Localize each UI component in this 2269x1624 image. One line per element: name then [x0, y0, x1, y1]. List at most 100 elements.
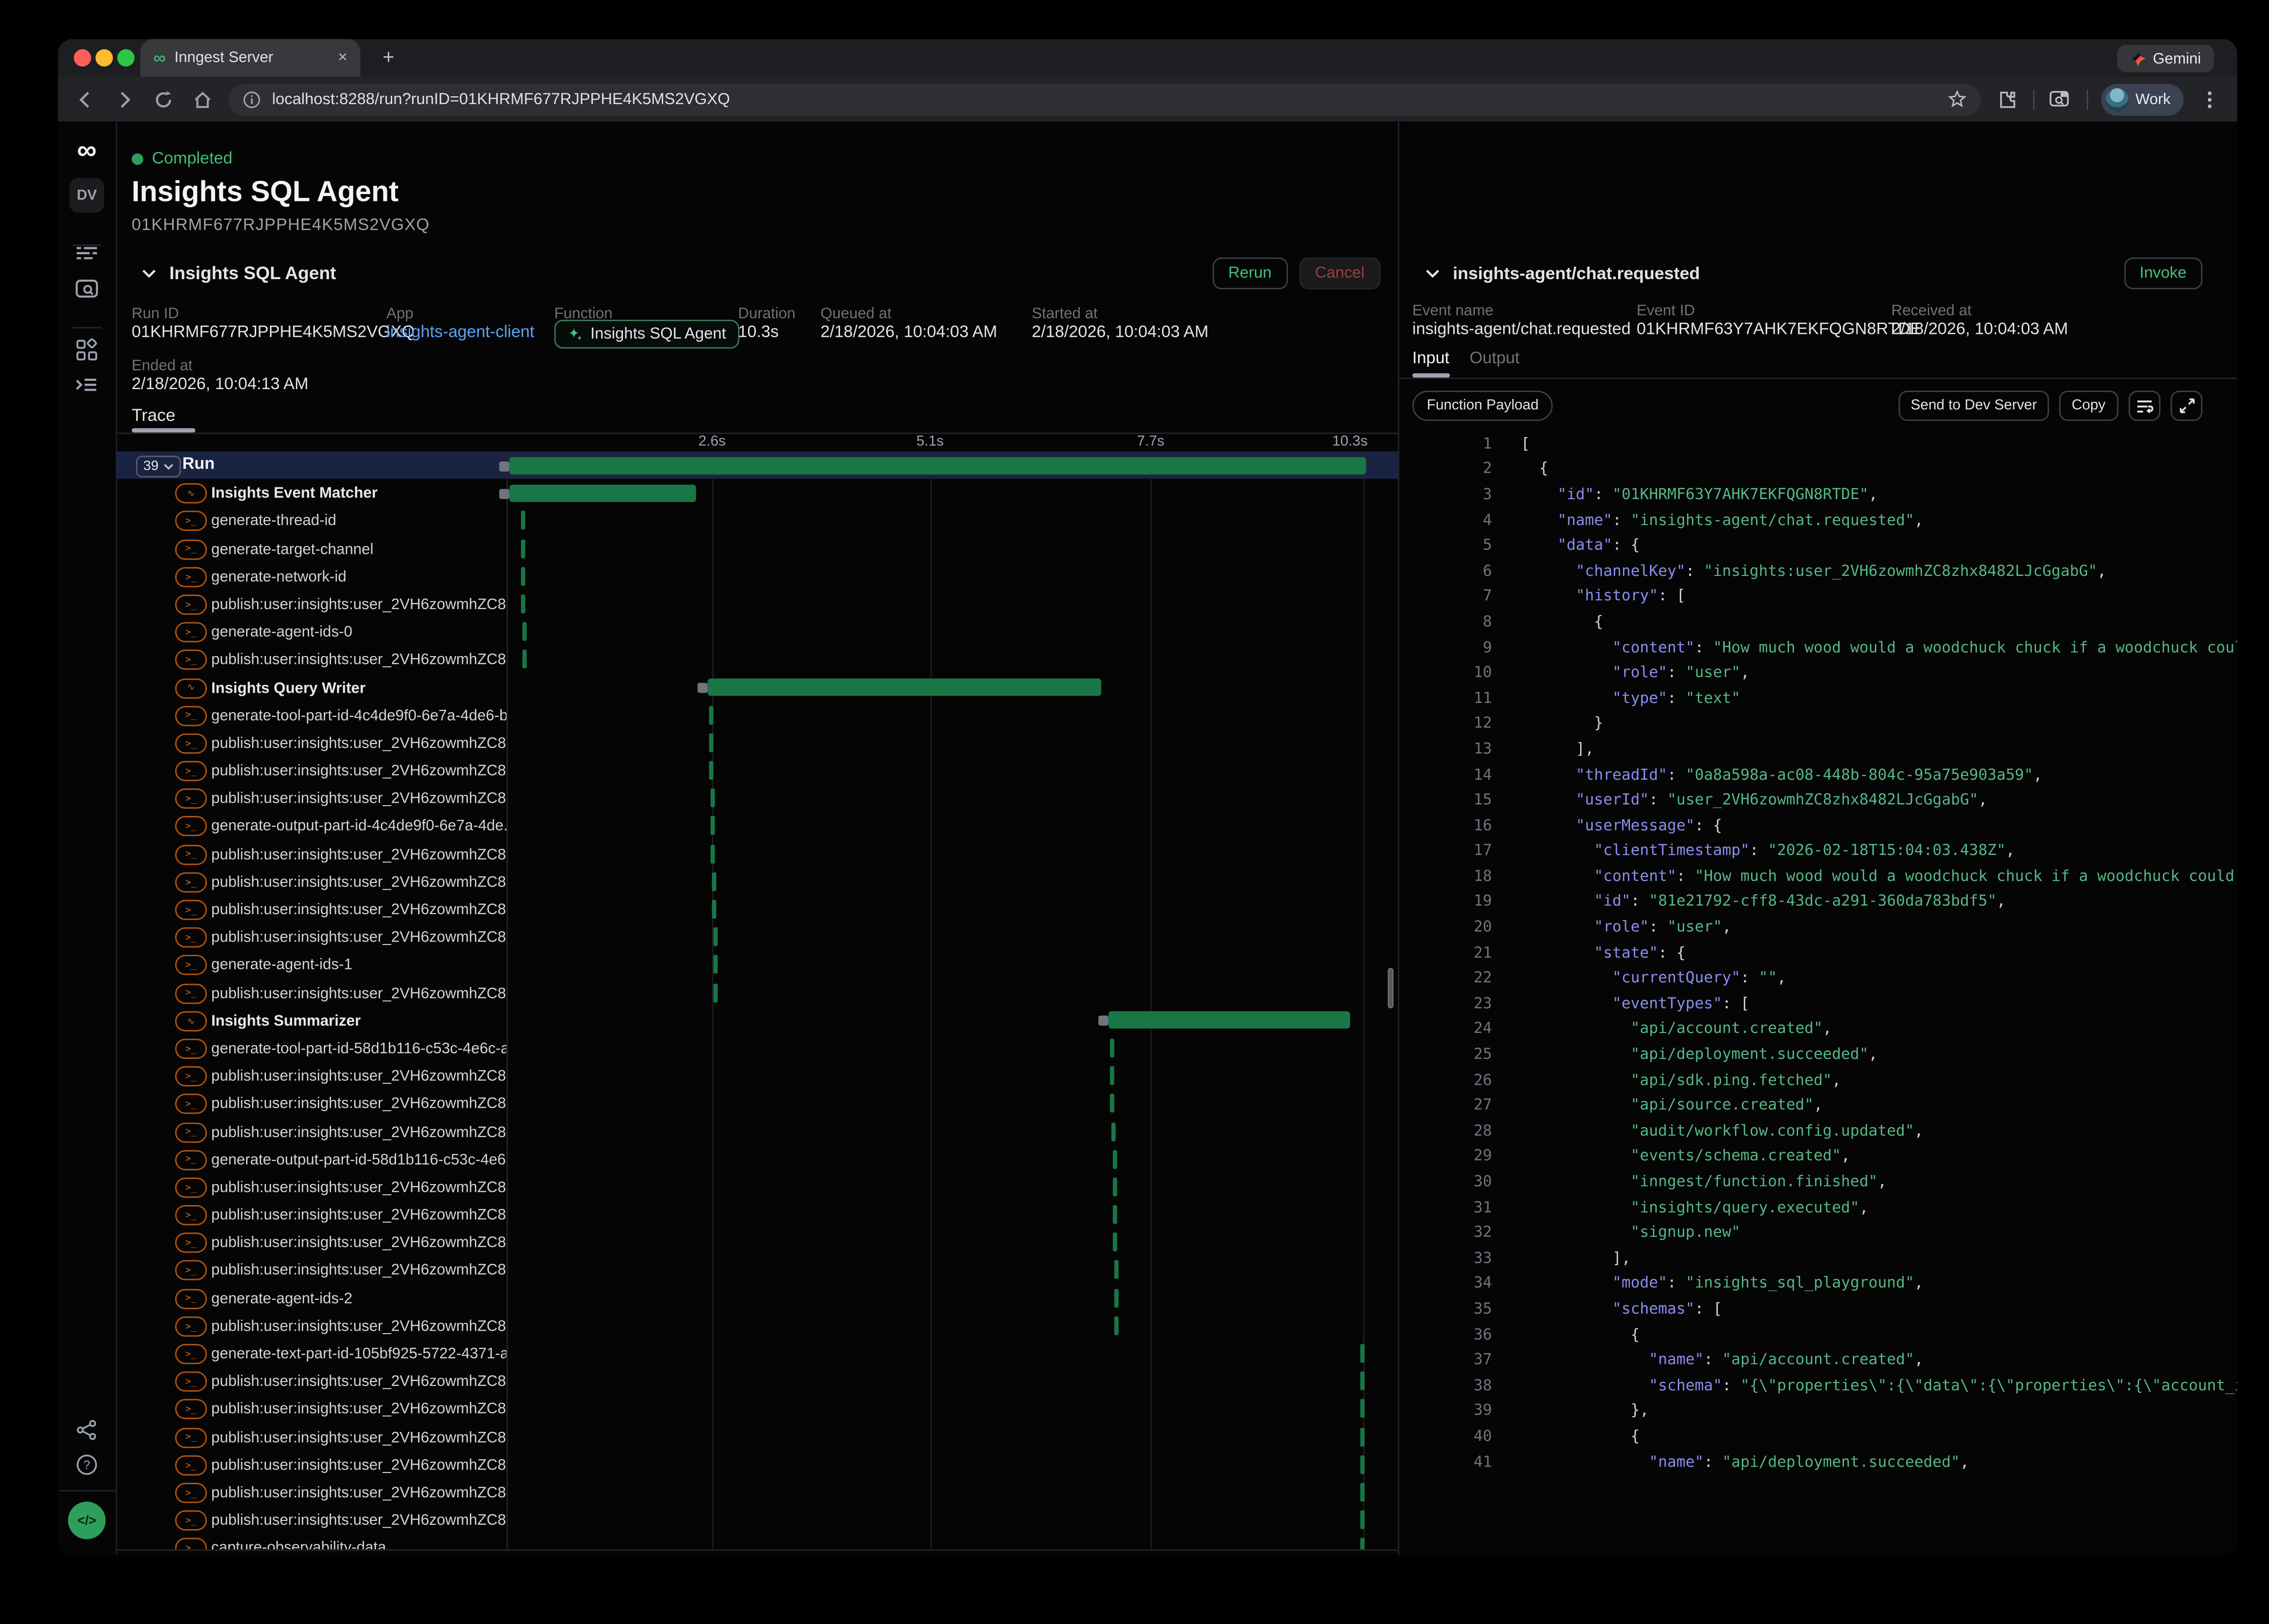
trace-row[interactable]: >_publish:user:insights:user_2VH6zowmhZC… — [116, 868, 1398, 896]
span-tick[interactable] — [1114, 1289, 1118, 1307]
help-icon[interactable]: ? — [76, 1454, 97, 1475]
trace-row[interactable]: >_generate-agent-ids-0 — [116, 618, 1398, 646]
trace-row[interactable]: >_publish:user:insights:user_2VH6zowmhZC… — [116, 646, 1398, 674]
close-window-button[interactable] — [74, 49, 91, 67]
runs-list-icon[interactable] — [75, 243, 98, 263]
span-tick[interactable] — [1360, 1400, 1364, 1418]
span-tick[interactable] — [709, 705, 713, 724]
span-tick[interactable] — [1361, 1538, 1365, 1550]
browser-tab[interactable]: ∞ Inngest Server × — [140, 39, 360, 77]
run-panel-header[interactable]: Insights SQL Agent — [142, 263, 336, 284]
app-link[interactable]: insights-agent-client — [386, 324, 534, 342]
span-bar[interactable] — [510, 457, 1366, 474]
cancel-button[interactable]: Cancel — [1299, 258, 1380, 289]
span-tick[interactable] — [522, 650, 527, 669]
trace-row[interactable]: >_publish:user:insights:user_2VH6zowmhZC… — [116, 729, 1398, 757]
run-count-badge[interactable]: 39 — [136, 455, 180, 477]
trace-row[interactable]: >_publish:user:insights:user_2VH6zowmhZC… — [116, 896, 1398, 923]
trace-row[interactable]: >_publish:user:insights:user_2VH6zowmhZC… — [116, 1229, 1398, 1256]
event-panel-header[interactable]: insights-agent/chat.requested — [1425, 263, 1700, 284]
trace-row[interactable]: >_publish:user:insights:user_2VH6zowmhZC… — [116, 785, 1398, 812]
send-to-dev-server-button[interactable]: Send to Dev Server — [1899, 391, 2049, 421]
tab-trace[interactable]: Trace — [132, 405, 175, 425]
env-badge[interactable]: DV — [69, 178, 104, 213]
span-tick[interactable] — [1115, 1316, 1119, 1335]
address-bar[interactable]: localhost:8288/run?runID=01KHRMF677RJPPH… — [229, 83, 1981, 115]
span-tick[interactable] — [1112, 1150, 1116, 1168]
site-info-icon[interactable] — [243, 90, 261, 108]
reload-icon[interactable] — [151, 86, 177, 112]
trace-row[interactable]: >_generate-output-part-id-58d1b116-c53c-… — [116, 1145, 1398, 1173]
trace-row[interactable]: >_publish:user:insights:user_2VH6zowmhZC… — [116, 1450, 1398, 1478]
share-icon[interactable] — [76, 1419, 97, 1441]
dev-code-button[interactable]: </> — [68, 1502, 106, 1539]
span-tick[interactable] — [1111, 1066, 1115, 1085]
new-tab-button[interactable]: + — [376, 45, 400, 69]
trace-row[interactable]: >_generate-agent-ids-2 — [116, 1284, 1398, 1312]
expand-button[interactable] — [2171, 391, 2202, 421]
span-tick[interactable] — [1111, 1122, 1115, 1141]
span-tick[interactable] — [710, 733, 714, 752]
trace-row[interactable]: >_publish:user:insights:user_2VH6zowmhZC… — [116, 1367, 1398, 1395]
span-tick[interactable] — [711, 844, 715, 863]
trace-row[interactable]: >_generate-target-channel — [116, 535, 1398, 563]
trace-row[interactable]: ∿Insights Summarizer — [116, 1007, 1398, 1034]
rerun-button[interactable]: Rerun — [1212, 258, 1288, 289]
span-tick[interactable] — [713, 927, 717, 946]
trace-row[interactable]: >_publish:user:insights:user_2VH6zowmhZC… — [116, 590, 1398, 618]
trace-row[interactable]: >_publish:user:insights:user_2VH6zowmhZC… — [116, 1201, 1398, 1229]
apps-icon[interactable] — [75, 338, 98, 361]
span-tick[interactable] — [713, 955, 717, 974]
trace-row[interactable]: >_publish:user:insights:user_2VH6zowmhZC… — [116, 1312, 1398, 1339]
word-wrap-button[interactable] — [2129, 391, 2160, 421]
span-bar[interactable] — [1109, 1011, 1350, 1029]
span-tick[interactable] — [520, 511, 525, 530]
span-tick[interactable] — [1114, 1261, 1118, 1279]
span-tick[interactable] — [1110, 1039, 1114, 1057]
span-tick[interactable] — [1111, 1094, 1115, 1113]
span-tick[interactable] — [1360, 1511, 1364, 1529]
trace-row[interactable]: >_generate-output-part-id-4c4de9f0-6e7a-… — [116, 812, 1398, 840]
extensions-icon[interactable] — [1994, 86, 2020, 112]
gemini-button[interactable]: Gemini — [2117, 45, 2214, 72]
copy-button[interactable]: Copy — [2059, 391, 2118, 421]
bookmark-star-icon[interactable] — [1947, 89, 1966, 108]
span-tick[interactable] — [714, 983, 718, 1002]
invoke-button[interactable]: Invoke — [2124, 258, 2202, 289]
trace-row[interactable]: >_publish:user:insights:user_2VH6zowmhZC… — [116, 757, 1398, 785]
trace-row[interactable]: >_publish:user:insights:user_2VH6zowmhZC… — [116, 840, 1398, 868]
span-bar[interactable] — [708, 679, 1102, 696]
span-tick[interactable] — [520, 539, 525, 557]
span-tick[interactable] — [712, 900, 716, 919]
trace-row[interactable]: >_publish:user:insights:user_2VH6zowmhZC… — [116, 1256, 1398, 1284]
trace-row[interactable]: >_generate-tool-part-id-58d1b116-c53c-4e… — [116, 1034, 1398, 1062]
trace-row[interactable]: >_publish:user:insights:user_2VH6zowmhZC… — [116, 1478, 1398, 1506]
tab-input[interactable]: Input — [1412, 350, 1449, 368]
insights-search-icon[interactable] — [75, 279, 98, 299]
functions-icon[interactable] — [74, 374, 99, 395]
function-payload-dropdown[interactable]: Function Payload — [1412, 391, 1553, 421]
back-icon[interactable] — [72, 86, 98, 112]
span-tick[interactable] — [1360, 1483, 1364, 1501]
trace-row[interactable]: >_publish:user:insights:user_2VH6zowmhZC… — [116, 979, 1398, 1007]
span-tick[interactable] — [710, 761, 714, 780]
forward-icon[interactable] — [111, 86, 137, 112]
trace-row[interactable]: >_publish:user:insights:user_2VH6zowmhZC… — [116, 1173, 1398, 1201]
payload-code-viewer[interactable]: 1[2{3"id": "01KHRMF63Y7AHK7EKFQGN8RTDE",… — [1400, 428, 2237, 1555]
minimize-window-button[interactable] — [95, 49, 113, 67]
trace-row[interactable]: >_publish:user:insights:user_2VH6zowmhZC… — [116, 923, 1398, 951]
trace-row[interactable]: >_publish:user:insights:user_2VH6zowmhZC… — [116, 1395, 1398, 1423]
tab-search-icon[interactable] — [2047, 86, 2073, 112]
trace-row[interactable]: ∿Insights Event Matcher — [116, 479, 1398, 507]
tab-output[interactable]: Output — [1469, 350, 1519, 368]
span-tick[interactable] — [712, 872, 716, 891]
trace-row[interactable]: >_publish:user:insights:user_2VH6zowmhZC… — [116, 1062, 1398, 1090]
trace-scrollbar[interactable] — [1388, 968, 1394, 1009]
trace-row[interactable]: >_generate-network-id — [116, 562, 1398, 590]
trace-row[interactable]: >_publish:user:insights:user_2VH6zowmhZC… — [116, 1118, 1398, 1145]
span-tick[interactable] — [711, 816, 715, 835]
span-tick[interactable] — [1360, 1427, 1364, 1446]
span-tick[interactable] — [1360, 1455, 1364, 1473]
menu-kebab-icon[interactable] — [2197, 86, 2223, 112]
trace-row[interactable]: ∿Insights Query Writer — [116, 674, 1398, 702]
